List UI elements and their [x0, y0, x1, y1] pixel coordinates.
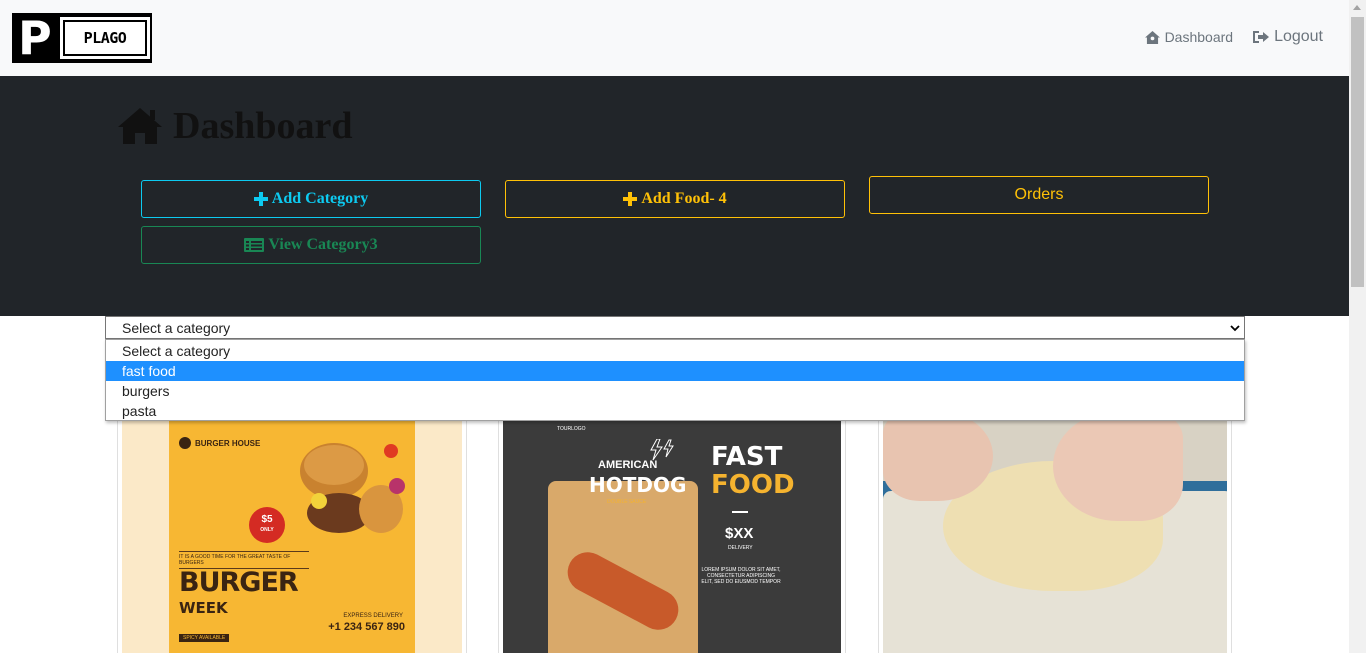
food-card[interactable]: TOURLOGO AMERICAN HOTDOG DOUBLE SAUCE FA…: [498, 400, 846, 653]
poster-fast: FAST: [711, 442, 783, 472]
food-card[interactable]: BURGER HOUSE $5 ONLY IT IS A GOOD TIME FO…: [117, 400, 467, 653]
poster-delivery: DELIVERY: [728, 545, 753, 551]
brand-logo[interactable]: P PLAGO: [12, 13, 152, 63]
category-select[interactable]: Select a category: [105, 316, 1245, 339]
page-title-text: Dashboard: [173, 105, 353, 147]
category-option[interactable]: burgers: [106, 381, 1244, 401]
poster-headline: BURGER: [179, 567, 299, 598]
poster-lorem: LOREM IPSUM DOLOR SIT AMET, CONSECTETUR …: [701, 567, 781, 585]
logo-text: PLAGO: [60, 17, 150, 59]
poster-phone: +1 234 567 890: [328, 621, 405, 633]
poster-logo: TOURLOGO: [557, 426, 586, 432]
scrollbar-thumb[interactable]: [1351, 17, 1364, 287]
orders-button[interactable]: Orders: [869, 176, 1209, 214]
sign-out-icon: [1253, 31, 1270, 43]
category-option[interactable]: Select a category: [106, 341, 1244, 361]
nav-links: Dashboard Logout: [1144, 28, 1323, 46]
category-select-value: Select a category: [122, 319, 231, 336]
nav-dashboard-label: Dashboard: [1164, 29, 1234, 45]
food-card-image: [883, 421, 1227, 653]
food-card-image: TOURLOGO AMERICAN HOTDOG DOUBLE SAUCE FA…: [503, 421, 841, 653]
navbar: P PLAGO Dashboard Logout: [0, 0, 1349, 76]
poster-line2: HOTDOG: [589, 473, 687, 497]
nav-logout-label: Logout: [1274, 28, 1323, 45]
category-option-highlighted[interactable]: fast food: [106, 361, 1244, 381]
poster-brand: BURGER HOUSE: [179, 437, 260, 449]
page-scrollbar[interactable]: [1349, 0, 1366, 653]
logo-letter: P: [18, 11, 52, 65]
add-category-label: Add Category: [271, 190, 369, 207]
chevron-down-icon: [1230, 325, 1240, 332]
dashboard-header-section: Dashboard Add Category Add Food- 4 Order…: [0, 76, 1349, 316]
add-food-button[interactable]: Add Food- 4: [505, 180, 845, 218]
poster-price: $XX: [725, 525, 754, 542]
add-category-button[interactable]: Add Category: [141, 180, 481, 218]
page: P PLAGO Dashboard Logout Dashboard Add C…: [0, 0, 1366, 653]
category-dropdown-list: Select a category fast food burgers past…: [105, 339, 1245, 421]
poster-subhead: WEEK: [179, 599, 228, 617]
list-alt-icon: [244, 238, 265, 252]
burger-poster: BURGER HOUSE $5 ONLY IT IS A GOOD TIME FO…: [169, 421, 415, 653]
add-food-label: Add Food- 4: [641, 190, 727, 207]
food-card-image: BURGER HOUSE $5 ONLY IT IS A GOOD TIME FO…: [122, 421, 462, 653]
house-user-icon: [1144, 30, 1160, 44]
orders-label: Orders: [1014, 186, 1064, 203]
scroll-up-arrow[interactable]: [1353, 5, 1361, 10]
lightning-icon: [650, 439, 674, 461]
poster-delivery: EXPRESS DELIVERY: [343, 613, 403, 619]
poster-line3: DOUBLE SAUCE: [607, 499, 647, 505]
view-category-button[interactable]: View Category3: [141, 226, 481, 264]
nav-dashboard-link[interactable]: Dashboard: [1144, 29, 1234, 45]
burger-illustration: [300, 443, 405, 533]
view-category-label: View Category3: [268, 236, 378, 253]
poster-food: FOOD: [711, 470, 795, 500]
food-card[interactable]: [878, 400, 1232, 653]
hand-illustration: [1053, 421, 1183, 521]
plus-icon: [623, 192, 638, 206]
plus-icon: [253, 192, 268, 206]
home-icon: [118, 108, 162, 144]
page-title: Dashboard: [117, 104, 353, 148]
poster-divider: [732, 511, 748, 513]
category-option[interactable]: pasta: [106, 401, 1244, 421]
poster-badge: SPICY AVAILABLE: [179, 634, 230, 642]
nav-logout-link[interactable]: Logout: [1253, 28, 1323, 46]
